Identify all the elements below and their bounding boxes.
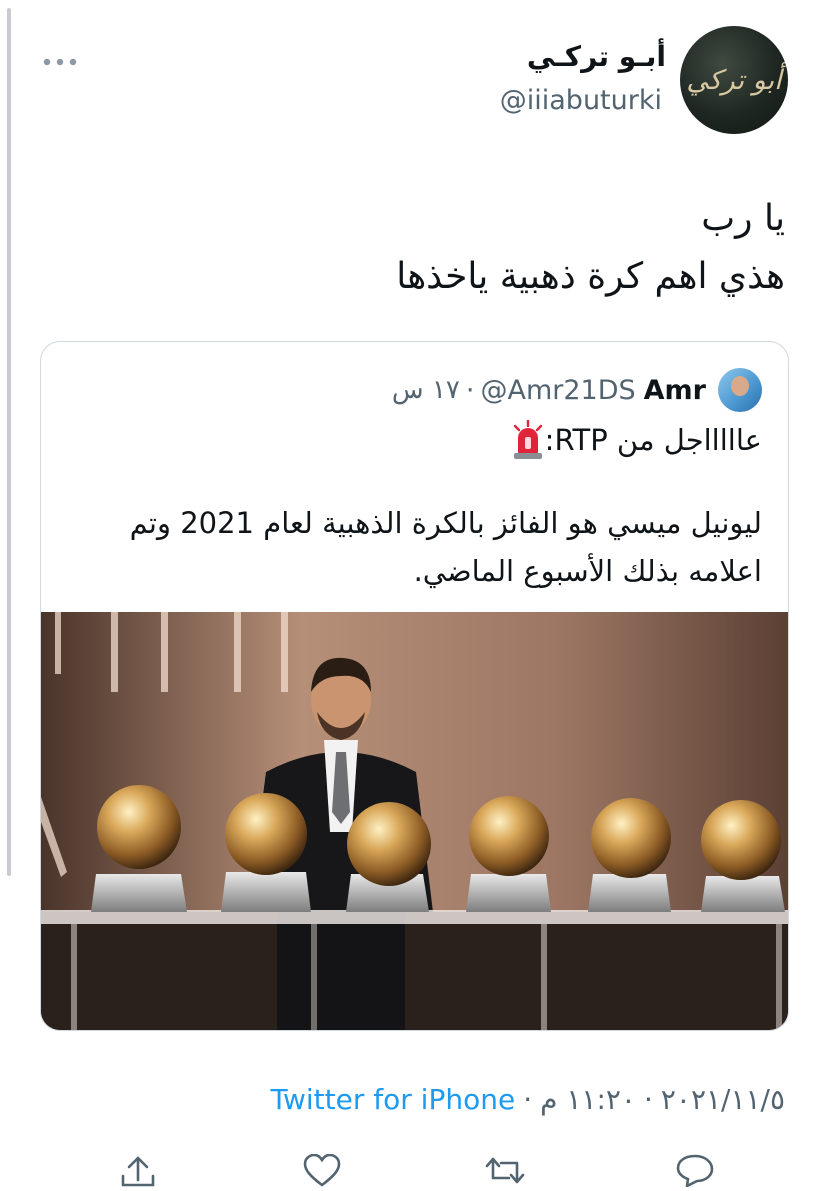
- retweet-button[interactable]: [485, 1154, 525, 1187]
- avatar-logo-text: أبو تركي: [686, 64, 782, 96]
- author-handle[interactable]: @iiiabuturki: [500, 85, 662, 116]
- retweet-icon: [485, 1157, 525, 1184]
- trophy-ball: [91, 785, 187, 912]
- quoted-tweet-body: ليونيل ميسي هو الفائز بالكرة الذهبية لعا…: [129, 506, 762, 588]
- separator-dot: ·: [465, 374, 475, 406]
- tweet-date: ٢٠٢١/١١/٥: [660, 1083, 785, 1116]
- quoted-alert-line: عاااااجل من RTP:: [497, 420, 762, 460]
- separator-dot: ·: [523, 1083, 533, 1116]
- quoted-author-avatar: [718, 368, 762, 412]
- author-display-name[interactable]: أبـو تركـي: [527, 40, 666, 73]
- reply-button[interactable]: [675, 1154, 715, 1188]
- trophy-ball: [701, 800, 785, 912]
- quoted-tweet-card[interactable]: Amr @Amr21DS · ١٧ س عاااااجل من RTP: ليو…: [40, 341, 789, 1031]
- tweet-source-link[interactable]: Twitter for iPhone: [271, 1083, 516, 1116]
- author-avatar[interactable]: أبو تركي: [680, 26, 788, 134]
- quoted-tweet-photo[interactable]: [41, 612, 788, 1030]
- more-dots-icon: [43, 58, 77, 66]
- tweet-text-line: هذي اهم كرة ذهبية ياخذها: [396, 256, 785, 297]
- tweet-meta: ٢٠٢١/١١/٥ · ١١:٢٠ م · Twitter for iPhone: [271, 1083, 785, 1116]
- trophy-ball: [221, 793, 311, 912]
- like-button[interactable]: [302, 1153, 342, 1187]
- quoted-author-name: Amr: [643, 374, 706, 406]
- more-options-button[interactable]: [40, 50, 80, 74]
- like-icon: [303, 1153, 341, 1187]
- tweet-action-bar: [0, 1148, 821, 1188]
- trophy-ball: [466, 796, 551, 912]
- siren-icon: [513, 420, 542, 459]
- separator-dot: ·: [643, 1083, 653, 1116]
- quoted-alert-text: عاااااجل من RTP:: [544, 423, 762, 457]
- tweet-text-line: يا رب: [701, 198, 785, 239]
- quoted-tweet-time: ١٧ س: [391, 375, 460, 405]
- reply-icon: [676, 1154, 714, 1188]
- trophy-ball: [588, 798, 671, 912]
- tweet-time: ١١:٢٠ م: [540, 1083, 636, 1116]
- share-icon: [121, 1156, 155, 1187]
- tweet-text: يا رب هذي اهم كرة ذهبية ياخذها: [165, 190, 785, 306]
- quoted-author-handle: @Amr21DS: [480, 374, 636, 406]
- scroll-indicator[interactable]: [7, 8, 11, 876]
- trophy-ball: [346, 802, 431, 912]
- share-button[interactable]: [118, 1154, 158, 1187]
- quoted-tweet-header: Amr @Amr21DS · ١٧ س: [392, 367, 762, 413]
